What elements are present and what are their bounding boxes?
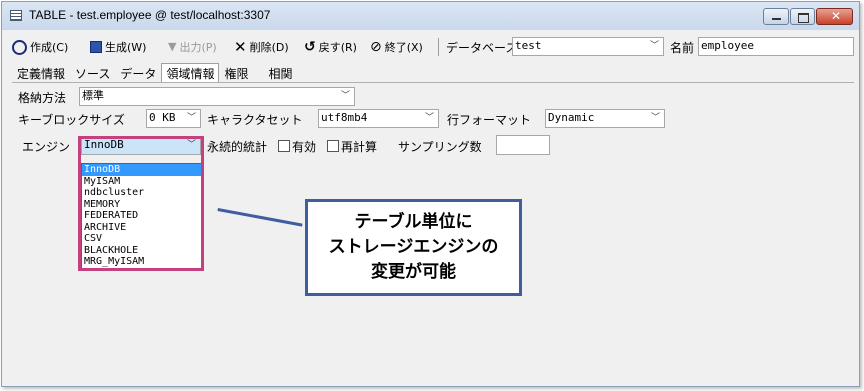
minimize-button[interactable] xyxy=(763,8,789,25)
generate-button[interactable]: 生成(W) xyxy=(90,38,146,56)
chevron-down-icon: ﹀ xyxy=(424,113,434,123)
callout-line-1: テーブル単位に xyxy=(354,212,473,232)
storage-value: 標準 xyxy=(82,89,104,102)
database-label: データベース xyxy=(446,41,518,55)
charset-value: utf8mb4 xyxy=(321,111,368,124)
delete-icon: ✕ xyxy=(234,38,247,56)
maximize-icon xyxy=(798,13,809,23)
create-label: 作成(C) xyxy=(30,41,69,54)
close-icon: ✕ xyxy=(831,9,842,23)
maximize-button[interactable] xyxy=(790,8,815,25)
tab-data[interactable]: データ xyxy=(115,63,161,83)
engine-highlight-frame xyxy=(78,136,204,271)
tab-relations[interactable]: 相関 xyxy=(263,63,297,83)
rowformat-value: Dynamic xyxy=(548,111,595,124)
persistent-stats-label: 永続的統計 xyxy=(207,140,268,154)
enabled-label: 有効 xyxy=(292,140,317,154)
callout-line-3: 変更が可能 xyxy=(370,262,456,282)
database-select[interactable]: test ﹀ xyxy=(512,37,664,56)
generate-label: 生成(W) xyxy=(105,41,147,54)
callout-line-2: ストレージエンジンの xyxy=(328,237,499,257)
revert-label: 戻す(R) xyxy=(318,41,357,54)
rowformat-select[interactable]: Dynamic ﹀ xyxy=(545,109,665,128)
charset-label: キャラクタセット xyxy=(207,113,303,127)
storage-label: 格納方法 xyxy=(18,91,67,105)
undo-icon: ↺ xyxy=(304,39,316,55)
checkbox-icon xyxy=(327,140,339,152)
window-title: TABLE - test.employee @ test/localhost:3… xyxy=(29,8,271,22)
storage-select[interactable]: 標準 ﹀ xyxy=(79,87,355,106)
exit-icon: ⊘ xyxy=(370,39,382,55)
circle-icon xyxy=(12,39,27,55)
recalc-label: 再計算 xyxy=(341,140,378,154)
title-bar: TABLE - test.employee @ test/localhost:3… xyxy=(2,2,859,30)
rowformat-label: 行フォーマット xyxy=(447,113,532,127)
charset-select[interactable]: utf8mb4 ﹀ xyxy=(318,109,439,128)
exit-button[interactable]: ⊘ 終了(X) xyxy=(370,38,423,56)
database-value: test xyxy=(515,39,542,52)
chevron-down-icon: ﹀ xyxy=(186,113,196,123)
generate-icon xyxy=(90,41,102,53)
chevron-down-icon: ﹀ xyxy=(649,41,659,51)
checkbox-icon xyxy=(278,140,290,152)
keyblock-select[interactable]: 0 KB ﹀ xyxy=(146,109,201,128)
delete-button[interactable]: ✕ 削除(D) xyxy=(234,38,289,56)
toolbar: 作成(C) 生成(W) ▼ 出力(P) ✕ 削除(D) ↺ 戻す(R) ⊘ 終了(X) … xyxy=(8,36,854,58)
name-field[interactable]: employee xyxy=(698,37,854,56)
tab-privileges[interactable]: 権限 xyxy=(219,63,263,83)
keyblock-value: 0 KB xyxy=(149,111,176,124)
sampling-label: サンプリング数 xyxy=(398,140,482,154)
minimize-icon xyxy=(772,18,781,20)
tab-definition[interactable]: 定義情報 xyxy=(12,63,70,83)
revert-button[interactable]: ↺ 戻す(R) xyxy=(304,38,357,56)
toolbar-separator xyxy=(438,38,439,56)
keyblock-label: キーブロックサイズ xyxy=(18,113,125,127)
sampling-field[interactable] xyxy=(496,135,550,155)
chevron-down-icon: ﹀ xyxy=(650,113,660,123)
name-label: 名前 xyxy=(670,41,695,55)
chevron-down-icon: ﹀ xyxy=(340,91,350,101)
close-button[interactable]: ✕ xyxy=(816,8,853,25)
table-window: TABLE - test.employee @ test/localhost:3… xyxy=(1,1,860,387)
table-icon xyxy=(10,10,22,21)
exit-label: 終了(X) xyxy=(384,41,423,54)
delete-label: 削除(D) xyxy=(249,41,289,54)
tab-bar: 定義情報 ソース データ 領域情報 権限 相関 xyxy=(12,63,297,82)
output-icon: ▼ xyxy=(168,40,177,53)
name-value: employee xyxy=(701,39,754,52)
output-label: 出力(P) xyxy=(179,41,217,54)
tab-storage[interactable]: 領域情報 xyxy=(161,63,220,82)
callout-box: テーブル単位に ストレージエンジンの 変更が可能 xyxy=(305,199,522,296)
tab-source[interactable]: ソース xyxy=(70,63,115,83)
output-button[interactable]: ▼ 出力(P) xyxy=(168,38,217,56)
engine-label: エンジン xyxy=(22,140,71,154)
recalc-checkbox[interactable]: 再計算 xyxy=(327,138,377,155)
create-button[interactable]: 作成(C) xyxy=(12,38,68,56)
enabled-checkbox[interactable]: 有効 xyxy=(278,138,316,155)
